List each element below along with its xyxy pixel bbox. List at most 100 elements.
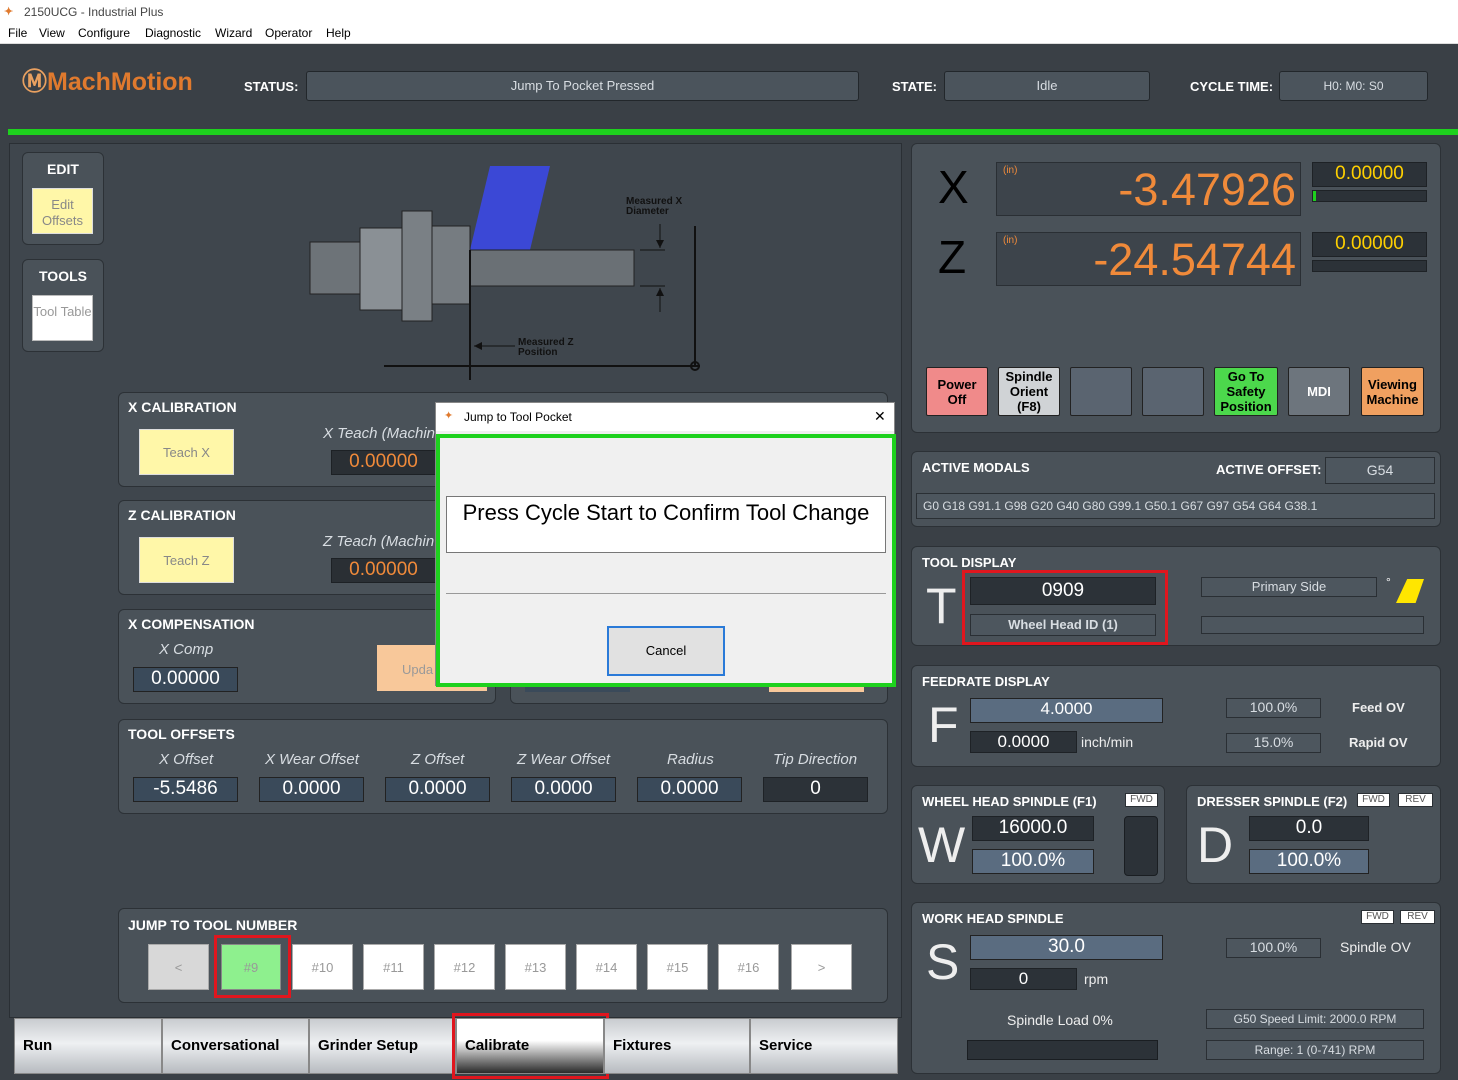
- menu-help[interactable]: Help: [326, 26, 351, 40]
- measured-z-label: Measured Z Position: [518, 337, 574, 358]
- primary-side-value: Primary Side: [1201, 577, 1377, 597]
- dialog-divider: [446, 593, 886, 594]
- menu-configure[interactable]: Configure: [78, 26, 130, 40]
- jump-tool-16-button[interactable]: #16: [718, 944, 779, 990]
- safety-position-button[interactable]: Go To Safety Position: [1214, 367, 1278, 416]
- z-wear-offset-value[interactable]: 0.0000: [511, 777, 616, 802]
- wheel-spindle-load-meter: [1124, 816, 1158, 876]
- jump-tool-10-button[interactable]: #10: [292, 944, 353, 990]
- app-icon: ✦: [4, 6, 14, 18]
- spindle-load-bar: [967, 1040, 1158, 1060]
- x-position-value: -3.47926: [1118, 164, 1296, 215]
- teach-x-button[interactable]: Teach X: [139, 429, 234, 475]
- tool-table-button[interactable]: Tool Table: [32, 295, 93, 341]
- feedrate-unit: inch/min: [1081, 734, 1134, 750]
- jump-tool-14-button[interactable]: #14: [576, 944, 637, 990]
- jump-prev-button[interactable]: <: [148, 944, 209, 990]
- menu-operator[interactable]: Operator: [265, 26, 312, 40]
- x-offset-value[interactable]: -5.5486: [133, 777, 238, 802]
- jump-next-button[interactable]: >: [791, 944, 852, 990]
- spindle-orient-button[interactable]: Spindle Orient (F8): [998, 367, 1060, 416]
- dialog-app-icon: ✦: [444, 410, 454, 422]
- z-teach-value[interactable]: 0.00000: [331, 558, 436, 583]
- z-calibration-title: Z CALIBRATION: [128, 507, 236, 523]
- speed-limit-value: G50 Speed Limit: 2000.0 RPM: [1206, 1009, 1424, 1029]
- menu-diagnostic[interactable]: Diagnostic: [145, 26, 201, 40]
- highlight-box-tool: [962, 570, 1168, 645]
- menu-view[interactable]: View: [39, 26, 65, 40]
- jump-tool-12-button[interactable]: #12: [434, 944, 495, 990]
- cycle-time-label: CYCLE TIME:: [1190, 79, 1274, 94]
- power-off-button[interactable]: Power Off: [926, 367, 988, 416]
- tool-display-title: TOOL DISPLAY: [922, 555, 1017, 570]
- edit-offsets-button[interactable]: Edit Offsets: [32, 188, 93, 234]
- tip-direction-header: Tip Direction: [773, 751, 858, 768]
- active-offset-label: ACTIVE OFFSET:: [1216, 462, 1322, 477]
- menu-file[interactable]: File: [8, 26, 27, 40]
- dresser-spindle-ov: 100.0%: [1249, 849, 1369, 874]
- radius-header: Radius: [667, 751, 714, 768]
- wheel-spindle-letter: W: [918, 817, 966, 873]
- z-dro: (in) -24.54744: [996, 232, 1301, 286]
- x-dro: (in) -3.47926: [996, 162, 1301, 216]
- work-fwd-indicator: FWD: [1361, 910, 1394, 924]
- cancel-button[interactable]: Cancel: [607, 626, 725, 676]
- feed-ov-value: 100.0%: [1226, 698, 1321, 718]
- cycle-time-value: H0: M0: S0: [1279, 71, 1428, 101]
- feedrate-value: 4.0000: [970, 698, 1163, 723]
- x-unit-label: (in): [1003, 165, 1018, 176]
- teach-z-button[interactable]: Teach Z: [139, 537, 234, 583]
- x-teach-value[interactable]: 0.00000: [331, 450, 436, 475]
- spindle-load-label: Spindle Load 0%: [1007, 1012, 1113, 1028]
- mdi-button[interactable]: MDI: [1288, 367, 1350, 416]
- radius-value[interactable]: 0.0000: [637, 777, 742, 802]
- tab-run[interactable]: Run: [14, 1018, 162, 1074]
- work-spindle-rpm-unit: rpm: [1084, 971, 1109, 987]
- jump-tool-11-button[interactable]: #11: [363, 944, 424, 990]
- dialog-message: Press Cycle Start to Confirm Tool Change: [446, 496, 886, 553]
- spindle-ov-value: 100.0%: [1226, 938, 1321, 958]
- tip-direction-value[interactable]: 0: [763, 777, 868, 802]
- z-offset-header: Z Offset: [411, 751, 465, 768]
- work-rev-indicator: REV: [1400, 910, 1435, 924]
- blank-button-2[interactable]: [1142, 367, 1204, 416]
- dresser-spindle-title: DRESSER SPINDLE (F2): [1197, 794, 1348, 809]
- active-modals-title: ACTIVE MODALS: [922, 460, 1030, 475]
- tab-conversational[interactable]: Conversational: [162, 1018, 309, 1074]
- wheel-spindle-ov: 100.0%: [972, 849, 1094, 874]
- feedrate-letter: F: [928, 697, 959, 753]
- degree-symbol: °: [1386, 575, 1391, 589]
- menu-wizard[interactable]: Wizard: [215, 26, 252, 40]
- tab-fixtures[interactable]: Fixtures: [604, 1018, 750, 1074]
- z-position-value: -24.54744: [1093, 234, 1296, 285]
- x-compensation-title: X COMPENSATION: [128, 616, 255, 632]
- dialog-close-icon[interactable]: ✕: [874, 408, 886, 425]
- tools-title: TOOLS: [39, 268, 87, 284]
- x-comp-value[interactable]: 0.00000: [133, 667, 238, 692]
- x-wear-offset-header: X Wear Offset: [265, 751, 359, 768]
- blank-button-1[interactable]: [1070, 367, 1132, 416]
- wheel-spindle-title: WHEEL HEAD SPINDLE (F1): [922, 794, 1097, 809]
- jump-tool-dialog: ✦ Jump to Tool Pocket ✕ Press Cycle Star…: [435, 402, 896, 687]
- viewing-machine-button[interactable]: Viewing Machine: [1361, 367, 1424, 416]
- work-spindle-rpm: 0: [970, 968, 1077, 990]
- jump-tool-15-button[interactable]: #15: [647, 944, 708, 990]
- dialog-title-bar: ✦ Jump to Tool Pocket ✕: [436, 403, 894, 431]
- jump-tool-13-button[interactable]: #13: [505, 944, 566, 990]
- z-offset-value[interactable]: 0.0000: [385, 777, 490, 802]
- highlight-box-calibrate: [452, 1013, 609, 1079]
- work-spindle-panel: WORK HEAD SPINDLE FWD REV S 30.0 0 rpm 1…: [911, 902, 1441, 1074]
- wheel-spindle-panel: WHEEL HEAD SPINDLE (F1) FWD W 16000.0 10…: [911, 785, 1165, 884]
- wheel-fwd-indicator: FWD: [1125, 793, 1158, 807]
- title-bar: ✦ 2150UCG - Industrial Plus: [0, 0, 1458, 23]
- feedrate-actual: 0.0000: [970, 731, 1077, 753]
- grinding-wheel-shape: [470, 166, 550, 250]
- logo-mark-icon: Ⓜ: [22, 68, 48, 96]
- dialog-title: Jump to Tool Pocket: [464, 410, 572, 424]
- x-wear-offset-value[interactable]: 0.0000: [259, 777, 364, 802]
- tool-letter: T: [926, 578, 957, 634]
- tab-service[interactable]: Service: [750, 1018, 898, 1074]
- tab-grinder-setup[interactable]: Grinder Setup: [309, 1018, 456, 1074]
- work-spindle-speed: 30.0: [970, 935, 1163, 960]
- state-value: Idle: [944, 71, 1150, 101]
